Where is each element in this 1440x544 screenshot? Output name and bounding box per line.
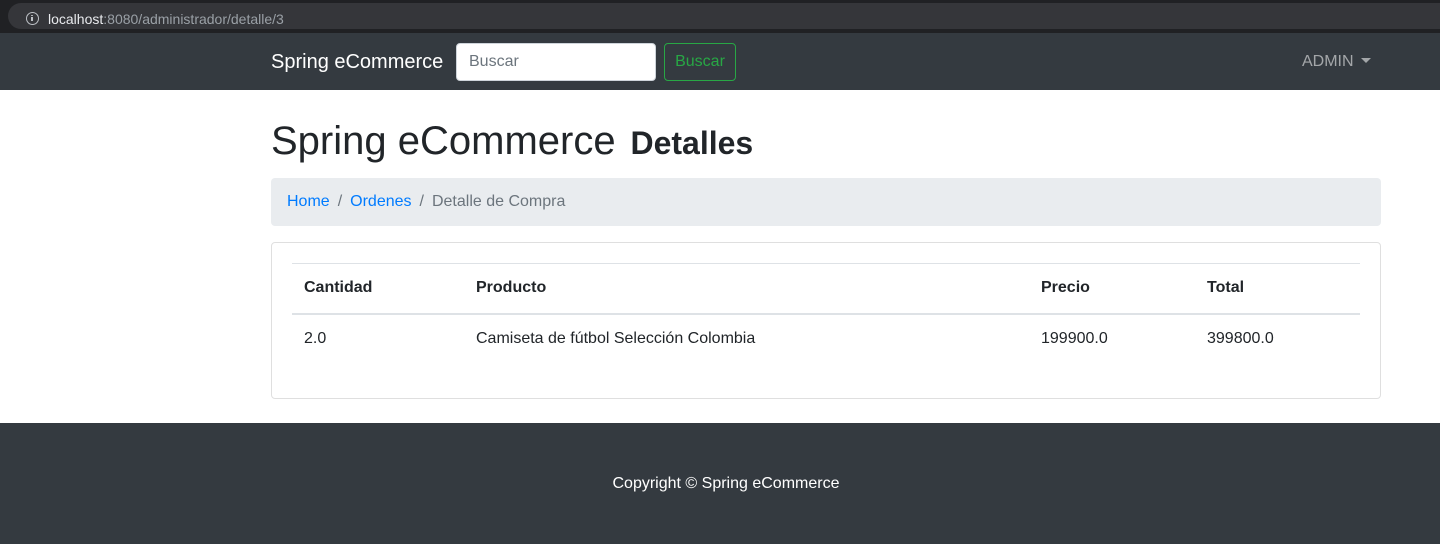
cell-precio: 199900.0 xyxy=(1041,330,1108,347)
column-header-cantidad: Cantidad xyxy=(292,263,464,315)
page-title-main: Spring eCommerce xyxy=(271,119,616,163)
top-navbar: Spring eCommerce Buscar ADMIN xyxy=(0,33,1440,90)
admin-dropdown[interactable]: ADMIN xyxy=(1302,53,1371,71)
url-text[interactable]: localhost:8080/administrador/detalle/3 xyxy=(48,11,284,27)
url-path: :8080/administrador/detalle/3 xyxy=(103,11,284,27)
breadcrumb-home-link[interactable]: Home xyxy=(287,193,330,210)
cell-total: 399800.0 xyxy=(1207,330,1274,347)
admin-dropdown-label: ADMIN xyxy=(1302,53,1354,70)
order-detail-card: Cantidad Producto Precio Total 2.0 Camis… xyxy=(271,242,1381,399)
order-detail-table: Cantidad Producto Precio Total 2.0 Camis… xyxy=(292,263,1360,364)
cell-cantidad: 2.0 xyxy=(304,330,327,347)
navbar-brand[interactable]: Spring eCommerce xyxy=(271,50,443,74)
browser-url-bar: localhost:8080/administrador/detalle/3 xyxy=(0,0,1440,33)
table-row: 2.0 Camiseta de fútbol Selección Colombi… xyxy=(292,314,1360,364)
search-button[interactable]: Buscar xyxy=(664,43,736,81)
breadcrumb-separator: / xyxy=(419,193,424,210)
search-input[interactable] xyxy=(456,43,656,81)
table-header-row: Cantidad Producto Precio Total xyxy=(292,263,1360,315)
page-footer: Copyright © Spring eCommerce xyxy=(0,423,1440,544)
breadcrumb-current: Detalle de Compra xyxy=(431,193,566,210)
page-title-subtitle: Detalles xyxy=(630,125,754,161)
info-icon[interactable] xyxy=(26,12,39,25)
copyright-text: Copyright © Spring eCommerce xyxy=(612,475,840,492)
breadcrumb-separator: / xyxy=(337,193,343,210)
address-field[interactable]: localhost:8080/administrador/detalle/3 xyxy=(8,3,1440,29)
cell-producto: Camiseta de fútbol Selección Colombia xyxy=(476,330,756,347)
url-host: localhost xyxy=(48,11,104,27)
column-header-producto: Producto xyxy=(464,263,1029,315)
breadcrumb-ordenes-link[interactable]: Ordenes xyxy=(350,193,411,210)
caret-down-icon xyxy=(1360,58,1371,63)
column-header-precio: Precio xyxy=(1029,263,1195,315)
column-header-total: Total xyxy=(1195,263,1360,315)
page-title: Spring eCommerce Detalles xyxy=(271,118,753,166)
breadcrumb: Home / Ordenes / Detalle de Compra xyxy=(271,178,1381,226)
